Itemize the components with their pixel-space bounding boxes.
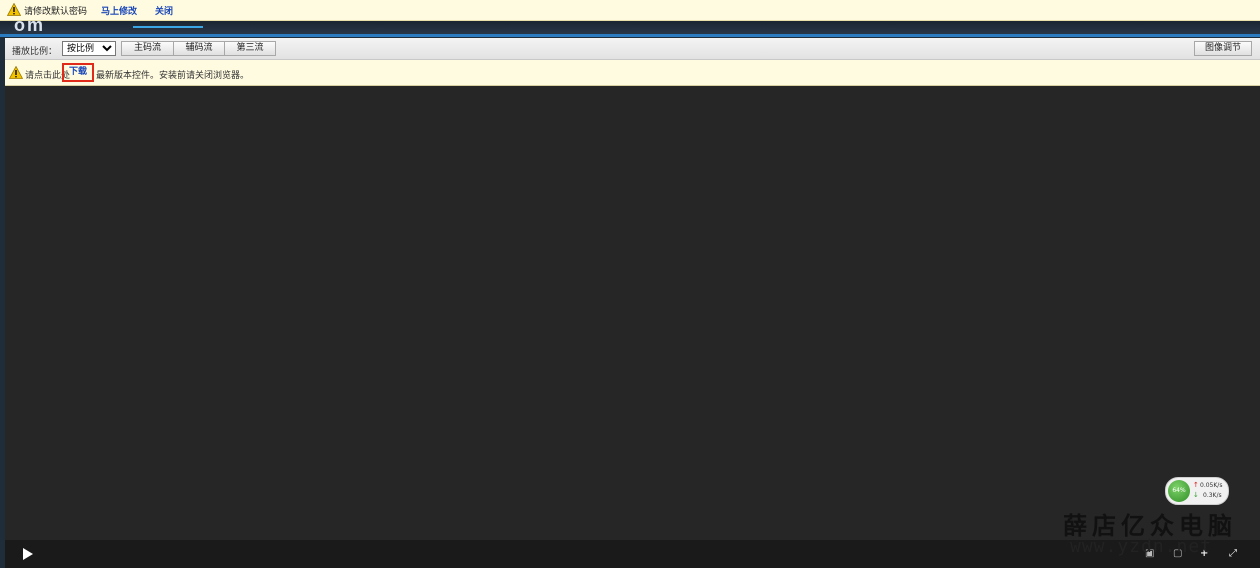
download-arrow-icon: ↓ (1193, 491, 1199, 499)
video-area[interactable]: 64% ↑ 0.05K/s ↓ 0.3K/s (5, 86, 1260, 540)
fullscreen-icon[interactable]: ⤢ (1229, 548, 1237, 559)
header-divider (0, 34, 1260, 37)
upload-arrow-icon: ↑ (1193, 481, 1199, 489)
default-password-notice: 请修改默认密码 马上修改 关闭 (0, 0, 1260, 21)
sub-stream-button[interactable]: 辅码流 (173, 41, 225, 56)
upload-speed: 0.05K/s (1200, 482, 1223, 489)
close-notice-link[interactable]: 关闭 (155, 4, 173, 17)
logo: om (14, 15, 45, 35)
modify-password-link[interactable]: 马上修改 (101, 4, 137, 17)
network-speed-widget: 64% ↑ 0.05K/s ↓ 0.3K/s (1165, 477, 1229, 505)
plugin-notice-suffix: 最新版本控件。安装前请关闭浏览器。 (96, 71, 250, 81)
plugin-notice: 请点击此处 下载 最新版本控件。安装前请关闭浏览器。 (5, 60, 1260, 86)
ratio-label: 播放比例： (12, 47, 58, 57)
download-speed: 0.3K/s (1203, 492, 1222, 499)
network-percent: 64% (1168, 480, 1190, 502)
ratio-select[interactable]: 按比例 (62, 41, 116, 56)
app-header: om (0, 15, 1260, 37)
image-adjust-button[interactable]: 图像调节 (1194, 41, 1252, 56)
download-plugin-link[interactable]: 下载 (62, 63, 94, 82)
playback-toolbar: 播放比例： 按比例 主码流 辅码流 第三流 图像调节 (5, 38, 1260, 60)
third-stream-button[interactable]: 第三流 (224, 41, 276, 56)
stream-selector: 主码流 辅码流 第三流 (121, 41, 276, 56)
play-icon[interactable] (23, 548, 33, 560)
main-stream-button[interactable]: 主码流 (121, 41, 174, 56)
watermark-url: www.yzdn.net (1070, 536, 1213, 557)
active-tab-indicator (133, 26, 203, 28)
warning-icon (8, 65, 24, 82)
